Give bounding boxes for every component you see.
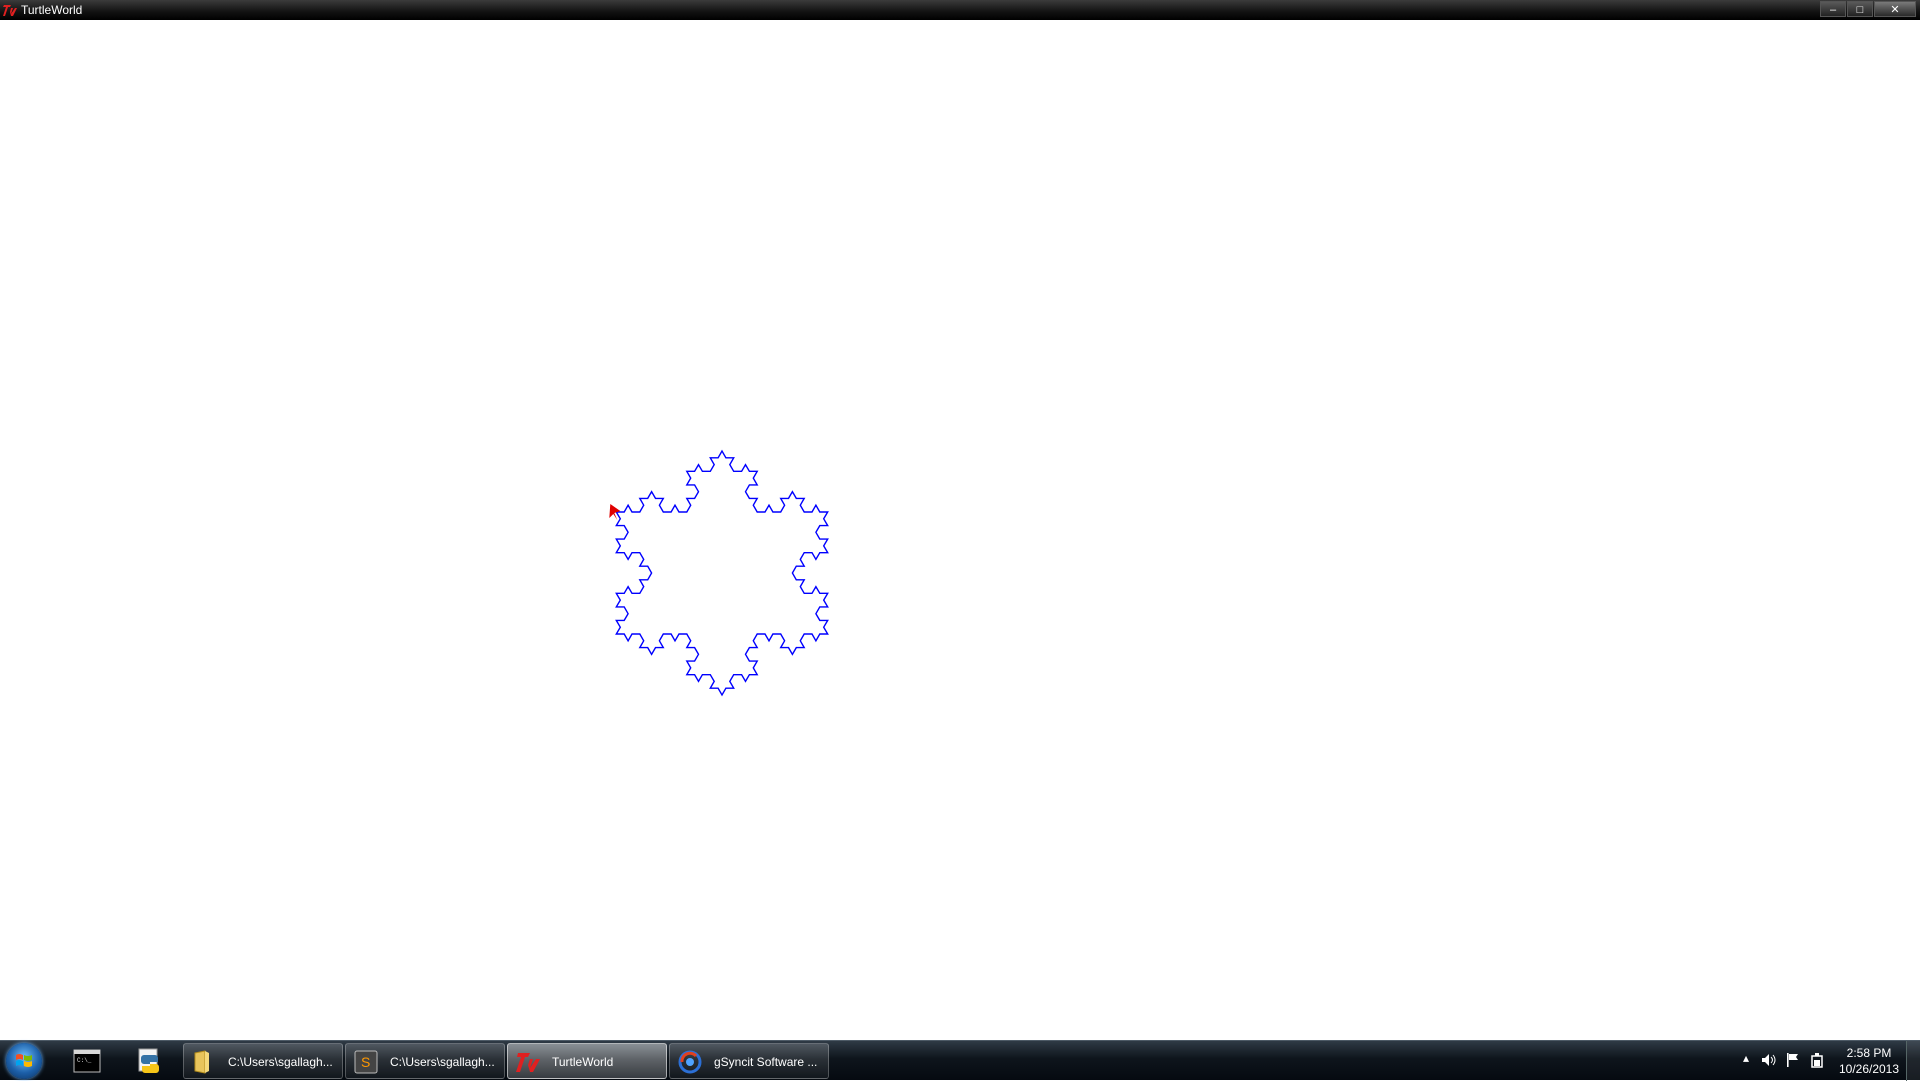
windows-logo-icon: [16, 1054, 32, 1067]
tk-icon: [3, 5, 17, 16]
task-label: C:\Users\sgallagh...: [228, 1055, 333, 1069]
taskbar-pin-command-prompt[interactable]: C:\_: [60, 1043, 114, 1079]
show-desktop-button[interactable]: [1906, 1041, 1920, 1081]
power-icon[interactable]: [1809, 1051, 1825, 1069]
gsyncit-icon: [678, 1050, 702, 1074]
koch-snowflake: [615, 449, 829, 697]
window-title-bar[interactable]: TurtleWorld – □ ✕: [0, 0, 1920, 20]
close-button[interactable]: ✕: [1874, 1, 1916, 17]
minimize-button[interactable]: –: [1820, 1, 1846, 17]
taskbar-task-sublime[interactable]: S C:\Users\sgallagh...: [345, 1043, 505, 1079]
clock-date: 10/26/2013: [1838, 1062, 1900, 1076]
svg-text:C:\_: C:\_: [77, 1057, 92, 1064]
show-hidden-icons[interactable]: ▴: [1738, 1051, 1754, 1069]
system-clock[interactable]: 2:58 PM 10/26/2013: [1834, 1045, 1904, 1077]
taskbar-task-turtleworld[interactable]: TurtleWorld: [507, 1043, 667, 1079]
clock-time: 2:58 PM: [1846, 1046, 1892, 1060]
python-icon: [138, 1048, 159, 1073]
taskbar: C:\_ C:\Users\sgallagh... S C:\Users\sga…: [0, 1040, 1920, 1081]
start-button[interactable]: [6, 1043, 42, 1079]
task-label: C:\Users\sgallagh...: [390, 1055, 495, 1069]
turtle-canvas[interactable]: [0, 20, 1920, 1038]
taskbar-task-gsyncit[interactable]: gSyncit Software ...: [669, 1043, 829, 1079]
action-center-flag-icon[interactable]: [1785, 1051, 1801, 1069]
taskbar-task-explorer[interactable]: C:\Users\sgallagh...: [183, 1043, 343, 1079]
sublime-text-icon: S: [354, 1050, 378, 1074]
canvas-drawing: [609, 449, 829, 697]
tk-icon: [516, 1053, 540, 1072]
folder-icon: [194, 1050, 209, 1074]
maximize-button[interactable]: □: [1847, 1, 1873, 17]
svg-text:S: S: [361, 1054, 370, 1070]
task-label: TurtleWorld: [552, 1055, 614, 1069]
task-label: gSyncit Software ...: [714, 1055, 818, 1069]
window-title: TurtleWorld: [21, 3, 83, 17]
volume-icon[interactable]: [1761, 1051, 1777, 1069]
cmd-icon: C:\_: [73, 1049, 101, 1073]
taskbar-pin-python[interactable]: [123, 1043, 177, 1079]
